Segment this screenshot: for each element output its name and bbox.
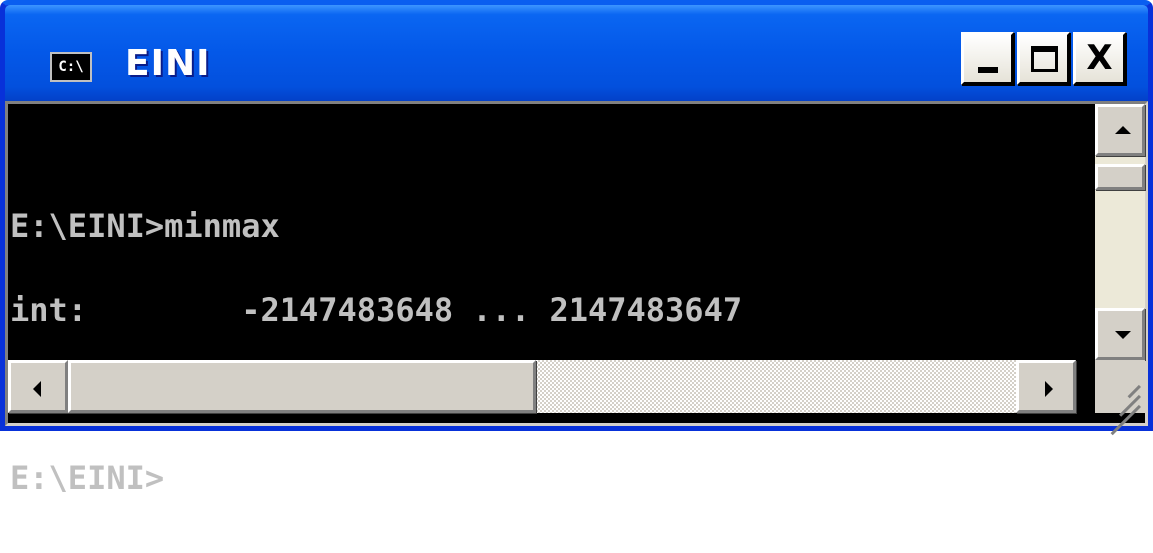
console-client-area: E:\EINI>minmax int: -2147483648 ... 2147… [5,101,1148,494]
minimize-icon [978,67,998,73]
maximize-icon [1031,46,1058,72]
console-line: E:\EINI>minmax [10,207,280,245]
title-bar[interactable]: C:\ EINI X [5,5,1148,101]
console-prompt: E:\EINI> [10,459,165,497]
minimize-button[interactable] [961,32,1014,85]
arrow-left-icon [33,381,41,397]
scroll-down-button[interactable] [1095,308,1145,360]
maximize-button[interactable] [1017,32,1070,85]
vertical-scrollbar[interactable] [1095,104,1145,360]
scroll-right-button[interactable] [1016,360,1076,413]
close-icon: X [1086,38,1113,78]
console-output[interactable]: E:\EINI>minmax int: -2147483648 ... 2147… [8,104,1076,494]
console-icon[interactable]: C:\ [50,52,92,82]
arrow-up-icon [1115,126,1131,134]
console-window: C:\ EINI X E:\EINI>minmax int: -21474836… [0,0,1153,494]
window-title: EINI [125,43,211,84]
horizontal-scrollbar[interactable] [8,360,1076,413]
vertical-scroll-thumb[interactable] [1095,164,1145,190]
arrow-right-icon [1045,381,1053,397]
scroll-up-button[interactable] [1095,104,1145,156]
horizontal-scroll-thumb[interactable] [68,360,536,413]
scroll-left-button[interactable] [8,360,68,413]
arrow-down-icon [1115,331,1131,339]
console-line: int: -2147483648 ... 2147483647 [10,291,743,329]
close-button[interactable]: X [1073,32,1126,85]
resize-grip[interactable] [1095,360,1145,436]
